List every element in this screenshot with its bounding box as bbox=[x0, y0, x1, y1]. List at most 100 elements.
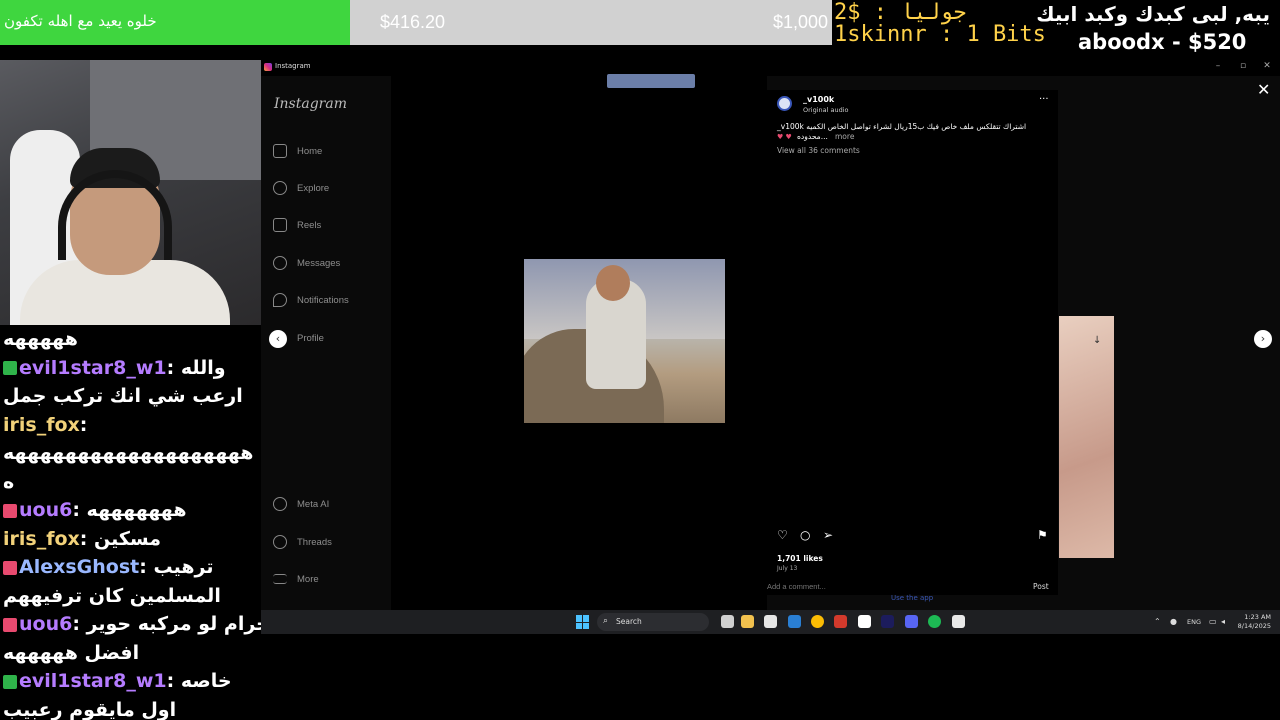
maximize-button[interactable]: ▫ bbox=[1232, 61, 1254, 71]
previous-thumbnail[interactable] bbox=[607, 74, 695, 88]
use-app-link[interactable]: Use the app bbox=[891, 594, 933, 602]
chat-text: والله bbox=[180, 356, 226, 379]
view-comments-link[interactable]: View all 36 comments bbox=[777, 146, 860, 155]
caption-more-link[interactable]: more bbox=[835, 132, 854, 141]
chat-username[interactable]: evil1star8_w1 bbox=[19, 357, 167, 379]
post-details-panel: _v100k Original audio ··· اشتراك تتقلكس … bbox=[767, 90, 1058, 595]
chat-message: uou6: هههههههه bbox=[0, 496, 261, 525]
search-icon bbox=[273, 181, 287, 195]
chat-message: iris_fox: مسكين bbox=[3, 527, 162, 550]
recent-tip-2: 1skinnr : 1 Bits bbox=[834, 22, 1046, 47]
stream-top-bar: خلوه يعيد مع اهله تكفون $416.20 $1,000 2… bbox=[0, 0, 1280, 60]
audio-label[interactable]: Original audio bbox=[803, 106, 849, 114]
premiere-icon[interactable] bbox=[881, 615, 894, 628]
post-date: July 13 bbox=[777, 565, 798, 572]
window-titlebar[interactable]: Instagram – ▫ ✕ bbox=[261, 60, 1280, 76]
nav-explore[interactable]: Explore bbox=[273, 178, 329, 198]
chat-message: ارعب شي انك تركب جمل bbox=[0, 382, 261, 411]
tray-expand-icon[interactable]: ⌃ bbox=[1154, 617, 1161, 626]
menu-icon bbox=[273, 574, 287, 584]
file-explorer-icon[interactable] bbox=[741, 615, 754, 628]
chat-username[interactable]: AlexsGhost bbox=[19, 556, 139, 578]
network-icon[interactable]: ▭ bbox=[1209, 617, 1217, 626]
chat-username[interactable]: uou6 bbox=[19, 613, 72, 635]
heart-badge-icon bbox=[3, 560, 17, 575]
spotify-icon[interactable] bbox=[928, 615, 941, 628]
more-options-icon[interactable]: ··· bbox=[1039, 94, 1049, 105]
taskbar-search-label: Search bbox=[616, 617, 642, 626]
chat-username[interactable]: uou6 bbox=[19, 499, 72, 521]
meta-ai-icon bbox=[273, 497, 287, 511]
nav-meta-ai[interactable]: Meta AI bbox=[273, 494, 329, 514]
clock-date[interactable]: 8/14/2025 bbox=[1231, 622, 1271, 630]
previous-post-button[interactable]: ‹ bbox=[269, 330, 287, 348]
store-icon[interactable] bbox=[764, 615, 777, 628]
chat-message: evil1star8_w1: والله bbox=[0, 354, 261, 383]
instagram-favicon-icon bbox=[264, 63, 272, 71]
nav-home-label: Home bbox=[297, 145, 323, 157]
threads-icon bbox=[273, 535, 287, 549]
top-donor-amount: aboodx - $520 bbox=[1078, 30, 1247, 54]
microphone-icon[interactable]: ● bbox=[1170, 617, 1177, 626]
nav-notifications[interactable]: Notifications bbox=[273, 290, 349, 310]
chat-message: هههههه bbox=[0, 325, 261, 354]
comment-icon[interactable]: ○ bbox=[800, 528, 810, 542]
share-icon[interactable]: ➢ bbox=[823, 528, 833, 542]
caption-continuation: محدوده... bbox=[797, 132, 828, 141]
reels-icon bbox=[273, 218, 287, 232]
capcut-icon[interactable] bbox=[858, 615, 871, 628]
chat-text: هههههههههههههههههههه bbox=[3, 442, 254, 464]
chat-username[interactable]: evil1star8_w1 bbox=[19, 670, 167, 692]
recent-tips-panel: 2$ : جوليا 1skinnr : 1 Bits يبه, لبى كبد… bbox=[832, 0, 1280, 60]
notepad-icon[interactable] bbox=[952, 615, 965, 628]
goal-current-amount: $416.20 bbox=[380, 12, 446, 32]
chat-username[interactable]: iris_fox bbox=[3, 414, 80, 436]
clock-time[interactable]: 1:23 AM bbox=[1239, 613, 1271, 621]
chat-message: uou6: حرام لو مركبه حوير bbox=[0, 610, 261, 639]
language-indicator[interactable]: ENG bbox=[1187, 618, 1201, 626]
chrome-icon[interactable] bbox=[811, 615, 824, 628]
avatar[interactable] bbox=[777, 96, 792, 111]
nav-home[interactable]: Home bbox=[273, 141, 322, 161]
nav-explore-label: Explore bbox=[297, 182, 330, 194]
chat-text: خاصه bbox=[180, 670, 232, 692]
nav-threads-label: Threads bbox=[297, 536, 332, 548]
post-username[interactable]: _v100k bbox=[803, 95, 834, 104]
close-icon[interactable]: ✕ bbox=[1257, 80, 1270, 99]
reel-viewer: ↓ ◀ bbox=[391, 74, 888, 610]
close-window-button[interactable]: ✕ bbox=[1256, 61, 1278, 71]
task-view-icon[interactable] bbox=[721, 615, 734, 628]
nav-threads[interactable]: Threads bbox=[273, 532, 332, 552]
chat-message: evil1star8_w1: خاصه bbox=[0, 667, 261, 696]
nav-messages[interactable]: Messages bbox=[273, 253, 340, 273]
download-arrow-icon: ↓ bbox=[1093, 335, 1102, 346]
like-icon[interactable]: ♡ bbox=[777, 528, 788, 542]
nav-reels-label: Reels bbox=[297, 219, 322, 231]
volume-icon[interactable]: ◂ bbox=[1221, 617, 1225, 626]
chat-username[interactable]: iris_fox bbox=[3, 528, 80, 550]
bookmark-icon[interactable]: ⚑ bbox=[1037, 528, 1048, 542]
instagram-logo[interactable]: Instagram bbox=[274, 96, 347, 112]
taskbar-search[interactable]: ⌕ Search bbox=[597, 613, 709, 631]
outlook-icon[interactable] bbox=[788, 615, 801, 628]
home-icon bbox=[273, 144, 287, 158]
nav-reels[interactable]: Reels bbox=[273, 215, 321, 235]
likes-count[interactable]: 1,701 likes bbox=[777, 554, 823, 563]
minimize-button[interactable]: – bbox=[1207, 61, 1229, 71]
app-icon-red[interactable] bbox=[834, 615, 847, 628]
nav-more[interactable]: More bbox=[273, 569, 319, 589]
discord-icon[interactable] bbox=[905, 615, 918, 628]
reel-video[interactable] bbox=[524, 259, 725, 423]
next-post-button[interactable]: › bbox=[1254, 330, 1272, 348]
next-reel-preview[interactable] bbox=[1059, 316, 1114, 558]
chat-message: iris_fox: bbox=[3, 413, 88, 436]
chat-text: ه bbox=[3, 470, 15, 493]
chat-text: حرام لو مركبه حوير bbox=[86, 613, 261, 635]
post-comment-button[interactable]: Post bbox=[1033, 582, 1049, 591]
top-donor-message: يبه, لبى كبدك وكبد ابيك bbox=[1036, 2, 1270, 26]
comment-input[interactable] bbox=[767, 582, 1017, 591]
goal-target-amount: $1,000 bbox=[772, 12, 828, 32]
windows-start-icon[interactable] bbox=[576, 615, 590, 629]
chat-message: اول مايقوم رعبيب bbox=[0, 696, 261, 720]
alert-text: خلوه يعيد مع اهله تكفون bbox=[4, 12, 157, 30]
